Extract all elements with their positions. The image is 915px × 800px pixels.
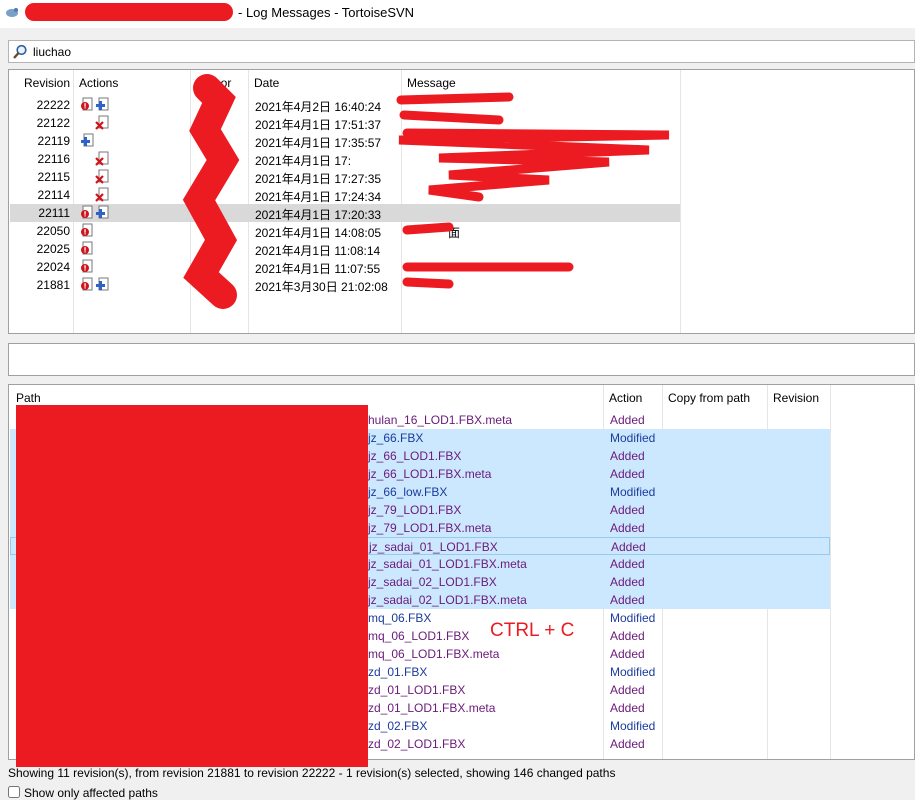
path-name: mq_06.FBX [368,611,432,625]
path-action: Modified [610,665,656,679]
tortoise-icon [6,8,18,17]
redaction-block [16,405,368,767]
path-action: Added [610,701,645,715]
path-name: jz_sadai_01_LOD1.FBX [369,540,498,554]
path-name: jz_66.FBX [368,431,424,445]
show-only-affected-paths[interactable]: Show only affected paths [8,786,308,800]
search-icon[interactable] [12,44,28,60]
path-action: Added [610,647,645,661]
show-only-label[interactable]: Show only affected paths [24,786,158,800]
redacted-title [25,3,233,21]
path-name: jz_79_LOD1.FBX.meta [368,521,492,535]
path-name: jz_sadai_02_LOD1.FBX [368,575,497,589]
path-name: jz_sadai_01_LOD1.FBX.meta [368,557,527,571]
path-name: mq_06_LOD1.FBX.meta [368,647,500,661]
path-name: zd_02_LOD1.FBX [368,737,466,751]
path-name: jz_sadai_02_LOD1.FBX.meta [368,593,527,607]
title-bar: - Log Messages - TortoiseSVN [0,0,915,28]
revision-list[interactable]: Revision Actions Author Date Message 222… [8,69,915,334]
path-action: Added [610,449,645,463]
path-action: Added [610,413,645,427]
window-title: - Log Messages - TortoiseSVN [238,5,415,20]
col-header-copy-from-path[interactable]: Copy from path [668,391,750,405]
path-name: zd_01_LOD1.FBX [368,683,466,697]
shortcut-annotation: CTRL + C [490,620,575,641]
path-name: jz_79_LOD1.FBX [368,503,462,517]
path-action: Modified [610,719,656,733]
path-action: Modified [610,485,656,499]
path-name: zd_01_LOD1.FBX.meta [368,701,496,715]
path-action: Added [610,593,645,607]
path-action: Added [610,557,645,571]
path-action: Added [611,540,646,554]
path-name: zd_02.FBX [368,719,428,733]
path-name: jz_66_LOD1.FBX.meta [368,467,492,481]
path-action: Added [610,683,645,697]
path-action: Modified [610,431,656,445]
path-name: zd_01.FBX [368,665,428,679]
filter-box[interactable] [8,40,915,63]
message-pane[interactable] [8,343,915,376]
search-input[interactable] [33,44,633,60]
path-action: Added [610,503,645,517]
path-action: Added [610,575,645,589]
path-action: Added [610,629,645,643]
path-action: Added [610,737,645,751]
show-only-checkbox[interactable] [8,786,20,798]
redaction-scribbles [182,74,670,309]
col-header-path[interactable]: Path [16,391,41,405]
column-divider [830,385,831,759]
path-name: jz_66_LOD1.FBX [368,449,462,463]
path-name: jz_66_low.FBX [368,485,448,499]
path-action: Modified [610,611,656,625]
path-action: Added [610,521,645,535]
status-text: Showing 11 revision(s), from revision 21… [8,766,616,780]
path-name: hulan_16_LOD1.FBX.meta [368,413,513,427]
col-header-revision[interactable]: Revision [773,391,819,405]
path-action: Added [610,467,645,481]
path-name: mq_06_LOD1.FBX [368,629,470,643]
col-header-action[interactable]: Action [609,391,642,405]
